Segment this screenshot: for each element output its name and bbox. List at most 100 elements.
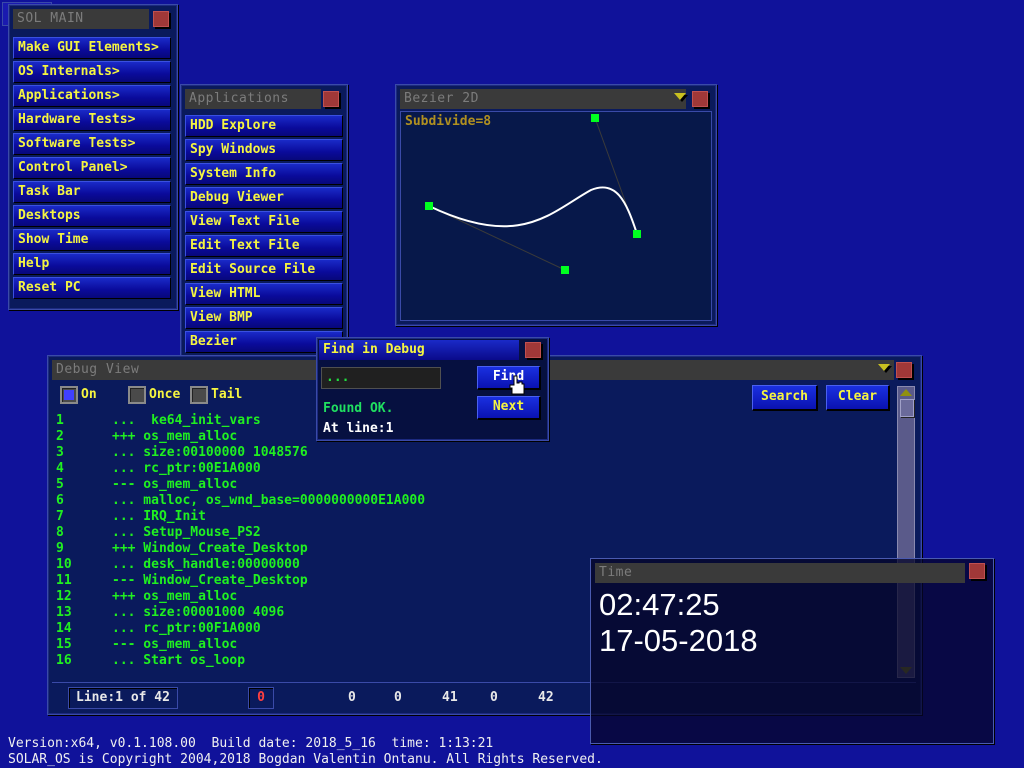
menu-item-reset-pc[interactable]: Reset PC (13, 277, 171, 299)
log-line-number: 11 (56, 573, 72, 588)
checkbox-tail[interactable] (190, 386, 208, 404)
applications-titlebar[interactable]: Applications (185, 89, 321, 109)
status-value: 41 (442, 690, 458, 705)
app-item-view-text-file[interactable]: View Text File (185, 211, 343, 233)
status-value: 0 (490, 690, 498, 705)
log-line-text: +++ os_mem_alloc (112, 429, 238, 444)
dropdown-icon[interactable] (878, 364, 890, 371)
sol-main-window: SOL MAIN Make GUI Elements> OS Internals>… (8, 4, 178, 310)
log-line-number: 1 (56, 413, 64, 428)
status-value: 0 (394, 690, 402, 705)
error-count: 0 (248, 687, 274, 709)
time-title: Time (599, 565, 633, 580)
scroll-thumb[interactable] (900, 399, 914, 417)
app-item-spy-windows[interactable]: Spy Windows (185, 139, 343, 161)
control-point-start[interactable] (425, 202, 433, 210)
log-line-text: --- os_mem_alloc (112, 477, 238, 492)
log-line-text: ... desk_handle:00000000 (112, 557, 300, 572)
log-line-number: 2 (56, 429, 64, 444)
time-close-button[interactable] (969, 563, 985, 579)
date-display: 17-05-2018 (599, 623, 758, 658)
app-item-hdd-explore[interactable]: HDD Explore (185, 115, 343, 137)
bezier-titlebar[interactable]: Bezier 2D (400, 89, 686, 109)
dropdown-icon[interactable] (674, 93, 686, 100)
scroll-up-icon[interactable] (900, 389, 912, 396)
find-dialog-titlebar[interactable]: Find in Debug (319, 340, 519, 360)
menu-item-help[interactable]: Help (13, 253, 171, 275)
status-value: 0 (348, 690, 356, 705)
log-line-number: 12 (56, 589, 72, 604)
log-line-text: ... Setup_Mouse_PS2 (112, 525, 261, 540)
menu-item-software-tests[interactable]: Software Tests> (13, 133, 171, 155)
bezier-close-button[interactable] (692, 91, 708, 107)
log-line-number: 9 (56, 541, 64, 556)
find-dialog: Find in Debug ... Find Next Found OK. At… (316, 337, 549, 441)
menu-item-control-panel[interactable]: Control Panel> (13, 157, 171, 179)
log-line-text: ... rc_ptr:00F1A000 (112, 621, 261, 636)
log-line-text: ... malloc, os_wnd_base=0000000000E1A000 (112, 493, 426, 508)
search-button[interactable]: Search (752, 385, 818, 411)
log-line-text: +++ Window_Create_Desktop (112, 541, 308, 556)
status-value: 42 (538, 690, 554, 705)
log-line: 4 ... rc_ptr:00E1A000 (56, 461, 876, 477)
find-dialog-close-button[interactable] (525, 342, 541, 358)
checkbox-on-label: On (81, 387, 97, 402)
debug-view-close-button[interactable] (896, 362, 912, 378)
log-line-text: ... ke64_init_vars (112, 413, 261, 428)
log-line-number: 6 (56, 493, 64, 508)
menu-item-applications[interactable]: Applications> (13, 85, 171, 107)
menu-item-make-gui-elements[interactable]: Make GUI Elements> (13, 37, 171, 59)
menu-item-show-time[interactable]: Show Time (13, 229, 171, 251)
control-point-end[interactable] (633, 230, 641, 238)
log-line-number: 13 (56, 605, 72, 620)
log-line-number: 3 (56, 445, 64, 460)
menu-item-hardware-tests[interactable]: Hardware Tests> (13, 109, 171, 131)
app-item-edit-source-file[interactable]: Edit Source File (185, 259, 343, 281)
debug-view-title: Debug View (56, 362, 140, 377)
log-line: 5 --- os_mem_alloc (56, 477, 876, 493)
app-item-view-html[interactable]: View HTML (185, 283, 343, 305)
sol-main-titlebar[interactable]: SOL MAIN (13, 9, 149, 29)
bezier-title: Bezier 2D (404, 91, 479, 106)
log-line: 3 ... size:00100000 1048576 (56, 445, 876, 461)
checkbox-once[interactable] (128, 386, 146, 404)
checkbox-once-label: Once (149, 387, 181, 402)
find-search-input[interactable]: ... (321, 367, 441, 389)
copyright-info: SOLAR_OS is Copyright 2004,2018 Bogdan V… (8, 752, 603, 767)
log-line-number: 14 (56, 621, 72, 636)
app-item-system-info[interactable]: System Info (185, 163, 343, 185)
time-titlebar[interactable]: Time (595, 563, 965, 583)
sol-main-close-button[interactable] (153, 11, 169, 27)
control-point-1[interactable] (561, 266, 569, 274)
app-item-view-bmp[interactable]: View BMP (185, 307, 343, 329)
clear-button[interactable]: Clear (826, 385, 890, 411)
time-display: 02:47:25 (599, 587, 720, 622)
sol-main-title: SOL MAIN (17, 11, 84, 26)
app-item-debug-viewer[interactable]: Debug Viewer (185, 187, 343, 209)
line-info: Line:1 of 42 (68, 687, 178, 709)
find-result: At line:1 (323, 421, 394, 436)
menu-item-task-bar[interactable]: Task Bar (13, 181, 171, 203)
log-line-number: 4 (56, 461, 64, 476)
log-line: 7 ... IRQ_Init (56, 509, 876, 525)
menu-item-desktops[interactable]: Desktops (13, 205, 171, 227)
log-line: 6 ... malloc, os_wnd_base=0000000000E1A00… (56, 493, 876, 509)
log-line-text: +++ os_mem_alloc (112, 589, 238, 604)
applications-close-button[interactable] (323, 91, 339, 107)
checkbox-on[interactable] (60, 386, 78, 404)
log-line-number: 5 (56, 477, 64, 492)
menu-item-os-internals[interactable]: OS Internals> (13, 61, 171, 83)
log-line-number: 8 (56, 525, 64, 540)
control-point-2[interactable] (591, 114, 599, 122)
next-button[interactable]: Next (477, 396, 541, 420)
log-line: 8 ... Setup_Mouse_PS2 (56, 525, 876, 541)
find-dialog-title: Find in Debug (323, 342, 425, 357)
bezier-window: Bezier 2D Subdivide=8 (395, 84, 717, 326)
checkbox-tail-label: Tail (211, 387, 243, 402)
log-line-number: 16 (56, 653, 72, 668)
app-item-edit-text-file[interactable]: Edit Text File (185, 235, 343, 257)
log-line-number: 15 (56, 637, 72, 652)
bezier-curve-plot (425, 114, 641, 274)
find-status: Found OK. (323, 401, 394, 416)
bezier-canvas[interactable]: Subdivide=8 (400, 111, 712, 321)
